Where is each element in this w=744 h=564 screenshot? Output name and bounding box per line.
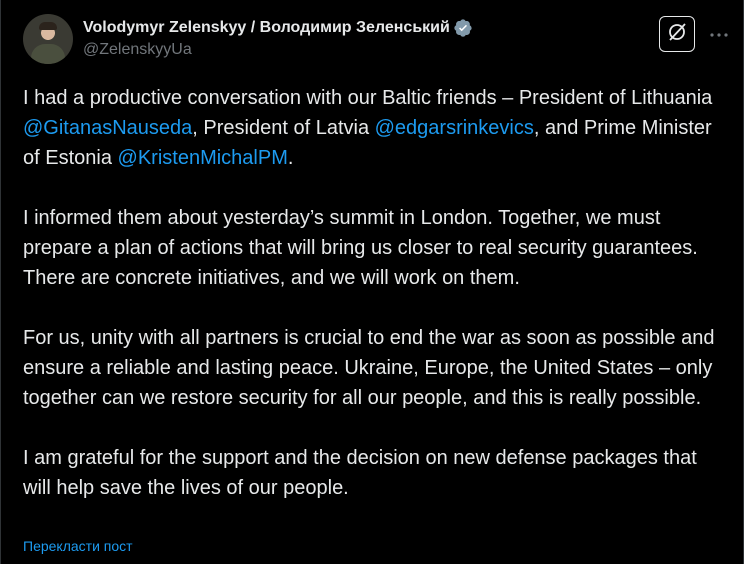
mention-link[interactable]: @edgarsrinkevics — [375, 117, 534, 139]
grok-slash-icon — [666, 21, 688, 48]
author-info: Volodymyr Zelenskyy / Володимир Зеленськ… — [83, 17, 473, 61]
avatar[interactable] — [23, 14, 73, 64]
verified-badge-icon[interactable] — [453, 18, 473, 38]
post-paragraph: I had a productive conversation with our… — [23, 83, 723, 173]
more-dots-icon — [709, 25, 729, 43]
post-container: Volodymyr Zelenskyy / Володимир Зеленськ… — [0, 0, 744, 564]
post-header: Volodymyr Zelenskyy / Володимир Зеленськ… — [23, 14, 728, 66]
author-handle[interactable]: @ZelenskyyUa — [83, 41, 473, 61]
text-segment: , President of Latvia — [192, 117, 375, 139]
translate-post-link[interactable]: Перекласти пост — [23, 538, 133, 554]
mention-link[interactable]: @KristenMichalPM — [118, 147, 288, 169]
text-segment: For us, unity with all partners is cruci… — [23, 327, 715, 409]
post-paragraph: For us, unity with all partners is cruci… — [23, 323, 723, 413]
post-paragraph: I informed them about yesterday’s summit… — [23, 203, 723, 293]
post-paragraph: I am grateful for the support and the de… — [23, 443, 723, 503]
more-options-button[interactable] — [707, 22, 731, 46]
text-segment: I had a productive conversation with our… — [23, 87, 713, 109]
text-segment: I informed them about yesterday’s summit… — [23, 207, 698, 289]
grok-button[interactable] — [659, 16, 695, 52]
mention-link[interactable]: @GitanasNauseda — [23, 117, 192, 139]
text-segment: I am grateful for the support and the de… — [23, 447, 697, 499]
display-name[interactable]: Volodymyr Zelenskyy / Володимир Зеленськ… — [83, 19, 450, 37]
text-segment: . — [287, 147, 294, 169]
post-text: I had a productive conversation with our… — [23, 83, 723, 533]
